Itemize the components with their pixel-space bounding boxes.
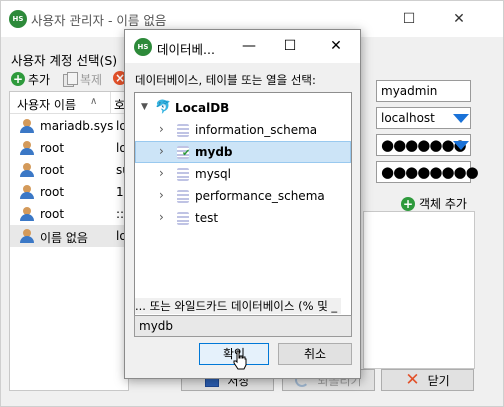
user-icon	[20, 229, 34, 243]
add-icon: +	[11, 72, 25, 86]
copy-icon	[63, 72, 78, 87]
user-row[interactable]: root su	[10, 159, 130, 181]
user-icon	[20, 163, 34, 177]
tree-root-localdb[interactable]: ▼ 🐬 LocalDB	[135, 97, 351, 119]
user-row-selected[interactable]: 이름 없음 lo	[10, 225, 128, 247]
user-list-header: 사용자 이름 ∧ 호	[10, 92, 128, 114]
dialog-title: 데이터베...	[157, 42, 215, 57]
user-name: root	[40, 207, 65, 221]
host-dropdown-icon[interactable]	[453, 114, 469, 123]
database-icon	[177, 190, 189, 203]
dialog-maximize-button[interactable]: ☐	[267, 30, 313, 63]
add-object-button[interactable]: + 객체 추가	[401, 195, 467, 212]
close-label: 닫기	[427, 373, 450, 388]
password-confirm-field[interactable]: ●●●●●●●●	[376, 161, 479, 183]
user-name: root	[40, 141, 65, 155]
add-object-icon: +	[401, 196, 415, 211]
dialog-minimize-button[interactable]: —	[226, 30, 272, 63]
username-field[interactable]: myadmin	[376, 80, 471, 102]
copy-user-button[interactable]: 복제	[63, 69, 102, 89]
user-host: ::	[116, 207, 125, 221]
collapse-arrow-icon[interactable]: ▼	[141, 102, 148, 112]
check-icon: ✔	[182, 148, 191, 159]
dialog-prompt: 데이터베이스, 테이블 또는 열을 선택:	[135, 73, 316, 87]
user-icon	[20, 207, 34, 221]
tree-item-label: mydb	[195, 145, 233, 159]
user-icon	[20, 185, 34, 199]
copy-user-label: 복제	[80, 72, 103, 87]
expand-arrow-icon[interactable]: ›	[159, 122, 164, 136]
tree-item-label: mysql	[195, 167, 231, 181]
user-row[interactable]: root ::	[10, 203, 128, 225]
expand-arrow-icon[interactable]: ›	[159, 166, 164, 180]
password-dropdown-icon[interactable]	[453, 141, 469, 150]
object-list-panel[interactable]	[363, 211, 475, 369]
expand-arrow-icon[interactable]: ›	[159, 210, 164, 224]
user-list[interactable]: 사용자 이름 ∧ 호 mariadb.sys lo root lo root s…	[9, 91, 131, 391]
expand-arrow-icon[interactable]: ›	[159, 144, 164, 158]
tree-item-label: performance_schema	[195, 189, 325, 203]
user-name: root	[40, 163, 65, 177]
user-name: mariadb.sys	[40, 119, 114, 133]
close-button[interactable]: ✕ 닫기	[381, 369, 474, 391]
username-value: myadmin	[381, 84, 438, 98]
password-confirm-value: ●●●●●●●●	[381, 163, 479, 181]
sort-up-icon: ∧	[90, 96, 98, 107]
tree-item-database[interactable]: › information_schema	[135, 119, 351, 141]
close-window-button[interactable]: ✕	[436, 1, 482, 37]
window-title: 사용자 관리자 - 이름 없음	[31, 13, 167, 28]
host-value: localhost	[381, 111, 435, 125]
dialog-close-button[interactable]: ✕	[313, 30, 359, 63]
user-row[interactable]: mariadb.sys lo	[10, 115, 128, 137]
tree-item-database-selected[interactable]: › ✔ mydb	[135, 141, 351, 163]
user-row[interactable]: root lo	[10, 137, 128, 159]
database-icon	[177, 212, 189, 225]
cancel-button[interactable]: 취소	[278, 343, 352, 365]
maximize-button[interactable]: ☐	[386, 1, 432, 37]
database-icon	[177, 124, 189, 137]
user-icon	[20, 141, 34, 155]
hand-cursor-icon	[233, 350, 247, 370]
dialog-logo-icon: HS	[134, 38, 152, 56]
close-x-icon: ✕	[405, 370, 420, 390]
database-icon	[177, 168, 189, 181]
user-icon	[20, 119, 34, 133]
user-name: root	[40, 185, 65, 199]
user-row[interactable]: root 12	[10, 181, 131, 203]
column-divider[interactable]	[110, 92, 111, 114]
tree-item-database[interactable]: › mysql	[135, 163, 351, 185]
tree-root-label: LocalDB	[175, 101, 230, 115]
app-logo-icon: HS	[9, 10, 27, 28]
wildcard-value: mydb	[139, 319, 174, 333]
tree-item-label: test	[195, 211, 219, 225]
database-select-dialog: HS 데이터베... — ☐ ✕ 데이터베이스, 테이블 또는 열을 선택: ▼…	[124, 29, 361, 379]
user-name: 이름 없음	[40, 231, 88, 245]
database-tree[interactable]: ▼ 🐬 LocalDB › information_schema › ✔ myd…	[134, 92, 352, 316]
wildcard-label: ... 또는 와일드카드 데이터베이스 (% 및 _	[135, 298, 342, 314]
dialog-titlebar: HS 데이터베... — ☐ ✕	[125, 30, 360, 63]
server-dolphin-icon: 🐬	[155, 100, 172, 115]
add-object-label: 객체 추가	[419, 197, 467, 211]
tree-item-label: information_schema	[195, 123, 318, 137]
add-user-button[interactable]: + 추가	[11, 69, 50, 89]
column-header-username[interactable]: 사용자 이름	[17, 96, 76, 113]
wildcard-input[interactable]: mydb	[134, 315, 352, 337]
tree-item-database[interactable]: › test	[135, 207, 351, 229]
add-user-label: 추가	[28, 72, 51, 87]
tree-item-database[interactable]: › performance_schema	[135, 185, 351, 207]
accounts-label: 사용자 계정 선택(S)	[11, 53, 118, 68]
expand-arrow-icon[interactable]: ›	[159, 188, 164, 202]
